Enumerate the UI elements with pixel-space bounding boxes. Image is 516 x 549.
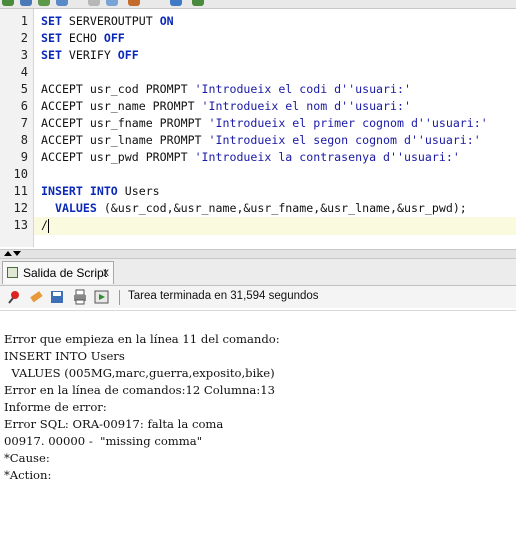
sql-keyword: SET xyxy=(41,31,62,45)
line-number: 4 xyxy=(20,65,28,79)
string-literal: 'Introdueix el segon cognom d''usuari:' xyxy=(208,133,481,147)
clear-icon[interactable] xyxy=(192,0,204,6)
code-line[interactable]: ACCEPT usr_lname PROMPT 'Introdueix el s… xyxy=(41,132,481,149)
output-line: *Cause: xyxy=(4,451,50,465)
code-text: SERVEROUTPUT xyxy=(61,14,160,28)
copy-icon[interactable] xyxy=(106,0,118,6)
code-line[interactable]: ACCEPT usr_fname PROMPT 'Introdueix el p… xyxy=(41,115,488,132)
current-line-highlight xyxy=(34,217,516,235)
cut-icon[interactable] xyxy=(88,0,100,6)
output-line: VALUES (005MG,marc,guerra,exposito,bike) xyxy=(4,366,275,380)
run-icon[interactable] xyxy=(2,0,14,6)
output-line: *Action: xyxy=(4,468,52,482)
collapse-down-icon[interactable] xyxy=(13,251,21,256)
code-line[interactable]: SET ECHO OFF xyxy=(41,30,125,47)
output-line: INSERT INTO Users xyxy=(4,349,125,363)
save-output-icon[interactable] xyxy=(49,289,65,305)
code-text: Users xyxy=(117,184,160,198)
line-number: 1 xyxy=(20,14,28,28)
sql-keyword: SET xyxy=(41,48,62,62)
main-toolbar xyxy=(0,0,516,9)
sql-keyword: OFF xyxy=(117,48,139,62)
code-text: (&usr_cod,&usr_name,&usr_fname,&usr_lnam… xyxy=(96,201,467,215)
code-line[interactable]: ACCEPT usr_pwd PROMPT 'Introdueix la con… xyxy=(41,149,460,166)
line-number: 11 xyxy=(13,184,28,198)
line-number: 6 xyxy=(20,99,28,113)
line-number: 8 xyxy=(20,133,28,147)
undo-icon[interactable] xyxy=(38,0,50,6)
code-text: ECHO xyxy=(61,31,104,45)
code-text: / xyxy=(41,218,48,232)
output-line: Error SQL: ORA-00917: falta la coma xyxy=(4,417,224,431)
line-number-gutter: 1 2 3 4 5 6 7 8 9 10 11 12 13 xyxy=(0,9,34,247)
redo-icon[interactable] xyxy=(56,0,68,6)
toolbar-separator xyxy=(119,290,120,305)
code-line[interactable]: SET VERIFY OFF xyxy=(41,47,139,64)
sql-keyword: SET xyxy=(41,14,62,28)
output-line: Error que empieza en la línea 11 del com… xyxy=(4,332,280,346)
paste-icon[interactable] xyxy=(128,0,140,6)
string-literal: 'Introdueix la contrasenya d''usuari:' xyxy=(194,150,460,164)
sql-keyword: OFF xyxy=(103,31,125,45)
code-text: ACCEPT usr_lname PROMPT xyxy=(41,133,209,147)
code-line[interactable]: VALUES (&usr_cod,&usr_name,&usr_fname,&u… xyxy=(41,200,467,217)
output-line: 00917. 00000 - "missing comma" xyxy=(4,434,203,448)
status-text: Tarea terminada en 31,594 segundos xyxy=(128,290,319,302)
sql-keyword: INSERT INTO xyxy=(41,184,118,198)
line-number: 10 xyxy=(13,167,28,181)
script-output-icon xyxy=(7,267,18,278)
code-line[interactable]: SET SERVEROUTPUT ON xyxy=(41,13,174,30)
tab-close-button[interactable]: x xyxy=(103,265,109,279)
code-line[interactable]: ACCEPT usr_name PROMPT 'Introdueix el no… xyxy=(41,98,411,115)
code-line[interactable]: ACCEPT usr_cod PROMPT 'Introdueix el cod… xyxy=(41,81,411,98)
string-literal: 'Introdueix el nom d''usuari:' xyxy=(201,99,411,113)
line-number: 9 xyxy=(20,150,28,164)
sql-keyword: ON xyxy=(159,14,174,28)
output-line: Informe de error: xyxy=(4,400,107,414)
tab-script-output[interactable]: Salida de Script x xyxy=(2,261,114,284)
line-number: 3 xyxy=(20,48,28,62)
line-number: 5 xyxy=(20,82,28,96)
code-text: VERIFY xyxy=(61,48,118,62)
code-line[interactable]: INSERT INTO Users xyxy=(41,183,160,200)
sql-editor[interactable]: 1 2 3 4 5 6 7 8 9 10 11 12 13 SET SERVEROUTPUT ON SET… xyxy=(0,9,516,247)
code-text: ACCEPT usr_pwd PROMPT xyxy=(41,150,195,164)
line-number: 2 xyxy=(20,31,28,45)
output-toolbar: Tarea terminada en 31,594 segundos xyxy=(0,286,516,308)
print-icon[interactable] xyxy=(72,289,88,305)
code-text: ACCEPT usr_fname PROMPT xyxy=(41,116,209,130)
text-caret xyxy=(47,218,49,233)
line-number: 13 xyxy=(13,218,28,232)
code-line[interactable]: / xyxy=(41,217,49,234)
string-literal: 'Introdueix el primer cognom d''usuari:' xyxy=(208,116,488,130)
code-text: ACCEPT usr_name PROMPT xyxy=(41,99,202,113)
pin-icon[interactable] xyxy=(6,289,22,305)
output-tab-bar: Salida de Script x xyxy=(0,259,516,286)
save-icon[interactable] xyxy=(20,0,32,6)
string-literal: 'Introdueix el codi d''usuari:' xyxy=(194,82,411,96)
code-text: ACCEPT usr_cod PROMPT xyxy=(41,82,195,96)
sql-keyword: VALUES xyxy=(41,201,97,215)
line-number: 12 xyxy=(13,201,28,215)
collapse-up-icon[interactable] xyxy=(4,251,12,256)
output-line: Error en la línea de comandos:12 Columna… xyxy=(4,383,275,397)
autotrace-icon[interactable] xyxy=(170,0,182,6)
script-output-area[interactable]: Error que empieza en la línea 11 del com… xyxy=(0,310,516,549)
run-script-icon[interactable] xyxy=(94,289,110,305)
line-number: 7 xyxy=(20,116,28,130)
tab-label: Salida de Script xyxy=(23,266,108,280)
eraser-icon[interactable] xyxy=(28,289,44,305)
panel-splitter[interactable] xyxy=(0,249,516,259)
